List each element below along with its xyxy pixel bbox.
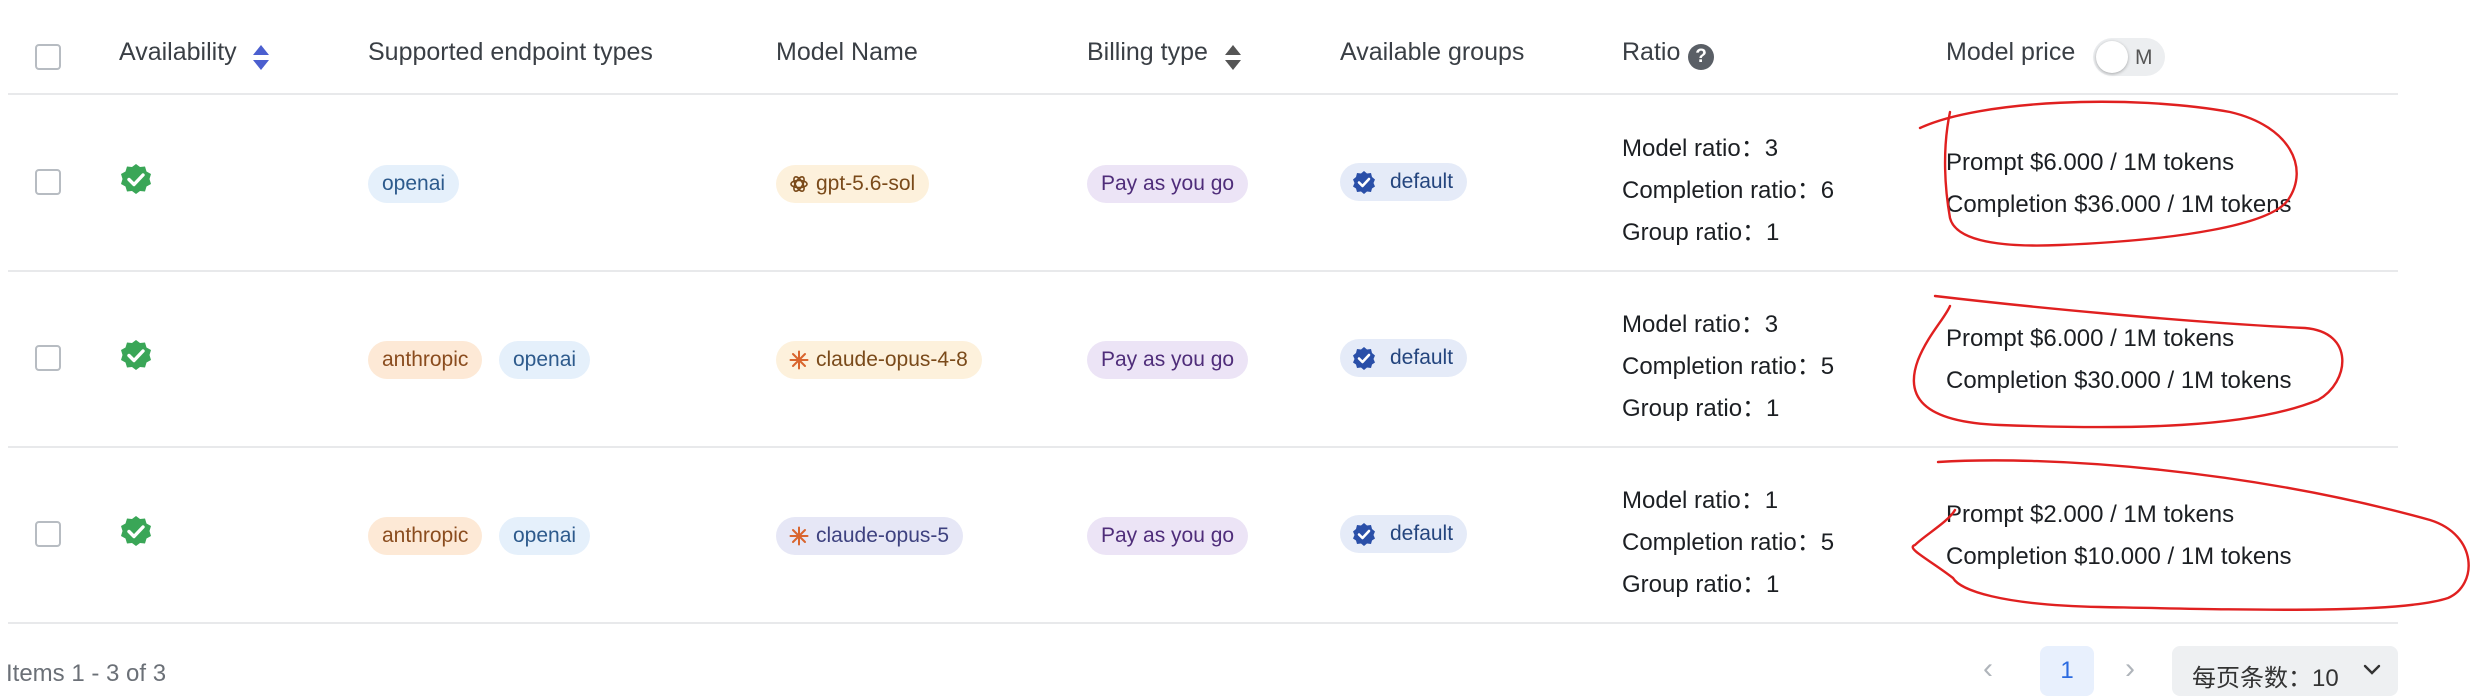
availability-sort-icon[interactable] — [253, 45, 269, 73]
header-endpoint-types: Supported endpoint types — [368, 38, 653, 66]
header-billing-type-label: Billing type — [1087, 38, 1208, 66]
openai-icon — [790, 176, 808, 192]
claude-icon — [789, 526, 809, 546]
pagination-summary: Items 1 - 3 of 3 — [6, 660, 167, 687]
model-ratio: Model ratio：1 — [1622, 487, 1779, 514]
group-ratio: Group ratio：1 — [1622, 395, 1780, 422]
endpoint-tag-openai: openai — [368, 165, 460, 203]
group-tag: default — [1340, 163, 1468, 201]
group-ratio: Group ratio：1 — [1622, 571, 1780, 598]
group-tag: default — [1340, 339, 1468, 377]
model-ratio: Model ratio：3 — [1622, 135, 1779, 162]
header-availability[interactable]: Availability — [119, 38, 237, 67]
completion-ratio: Completion ratio：5 — [1622, 529, 1835, 556]
page-size-label: 每页条数：10 — [2192, 665, 2339, 692]
toggle-label: M — [2135, 46, 2153, 69]
model-name-tag[interactable]: claude-opus-4-8 — [776, 341, 982, 379]
row-divider — [8, 270, 2398, 272]
group-label: default — [1390, 346, 1454, 369]
prompt-price: Prompt $2.000 / 1M tokens — [1946, 501, 2235, 528]
header-model-name: Model Name — [776, 38, 918, 66]
prev-page-icon[interactable]: ‹ — [1983, 652, 1993, 686]
billing-tag: Pay as you go — [1087, 341, 1249, 379]
group-label: default — [1390, 170, 1454, 193]
verified-badge-icon — [1353, 171, 1375, 194]
prompt-price: Prompt $6.000 / 1M tokens — [1946, 149, 2235, 176]
completion-ratio: Completion ratio：5 — [1622, 353, 1835, 380]
completion-price: Completion $36.000 / 1M tokens — [1946, 191, 2292, 218]
billing-sort-icon[interactable] — [1225, 45, 1241, 73]
prompt-price: Prompt $6.000 / 1M tokens — [1946, 325, 2235, 352]
verified-badge-icon — [1353, 523, 1375, 546]
available-check-icon — [121, 516, 151, 546]
header-available-groups: Available groups — [1340, 38, 1525, 66]
completion-price: Completion $30.000 / 1M tokens — [1946, 367, 2292, 394]
header-billing-type[interactable]: Billing type — [1087, 38, 1208, 67]
endpoint-tag-anthropic: anthropic — [368, 517, 483, 555]
group-label: default — [1390, 522, 1454, 545]
billing-tag: Pay as you go — [1087, 165, 1249, 203]
header-model-price: Model price — [1946, 38, 2076, 66]
model-name-tag[interactable]: gpt-5.6-sol — [776, 165, 930, 203]
page-button-current[interactable]: 1 — [2040, 646, 2094, 696]
model-name-label: gpt-5.6-sol — [816, 172, 916, 195]
available-check-icon — [121, 340, 151, 370]
available-check-icon — [121, 164, 151, 194]
billing-tag: Pay as you go — [1087, 517, 1249, 555]
endpoint-tag-openai: openai — [499, 517, 591, 555]
completion-price: Completion $10.000 / 1M tokens — [1946, 543, 2292, 570]
select-all-checkbox[interactable] — [35, 44, 61, 70]
row-checkbox[interactable] — [35, 345, 61, 371]
row-divider — [8, 446, 2398, 448]
header-divider — [8, 93, 2398, 95]
model-name-tag[interactable]: claude-opus-5 — [776, 517, 964, 555]
page-size-select[interactable]: 每页条数：10 — [2172, 646, 2398, 696]
claude-icon — [789, 350, 809, 370]
annotation-circle — [1912, 294, 2344, 429]
endpoint-tag-openai: openai — [499, 341, 591, 379]
group-ratio: Group ratio：1 — [1622, 219, 1780, 246]
next-page-icon[interactable]: › — [2125, 652, 2135, 686]
annotation-circle — [1911, 459, 2470, 611]
model-name-label: claude-opus-4-8 — [816, 348, 968, 371]
header-availability-label: Availability — [119, 38, 237, 66]
help-icon[interactable]: ? — [1688, 44, 1714, 70]
row-divider — [8, 622, 2398, 624]
header-ratio: Ratio — [1622, 38, 1681, 66]
verified-badge-icon — [1353, 347, 1375, 370]
toggle-knob — [2096, 41, 2128, 73]
chevron-down-icon — [2363, 664, 2381, 675]
completion-ratio: Completion ratio：6 — [1622, 177, 1835, 204]
endpoint-tag-anthropic: anthropic — [368, 341, 483, 379]
price-unit-toggle[interactable]: M — [2093, 38, 2165, 76]
row-checkbox[interactable] — [35, 521, 61, 547]
model-ratio: Model ratio：3 — [1622, 311, 1779, 338]
group-tag: default — [1340, 515, 1468, 553]
row-checkbox[interactable] — [35, 169, 61, 195]
model-name-label: claude-opus-5 — [816, 524, 950, 547]
